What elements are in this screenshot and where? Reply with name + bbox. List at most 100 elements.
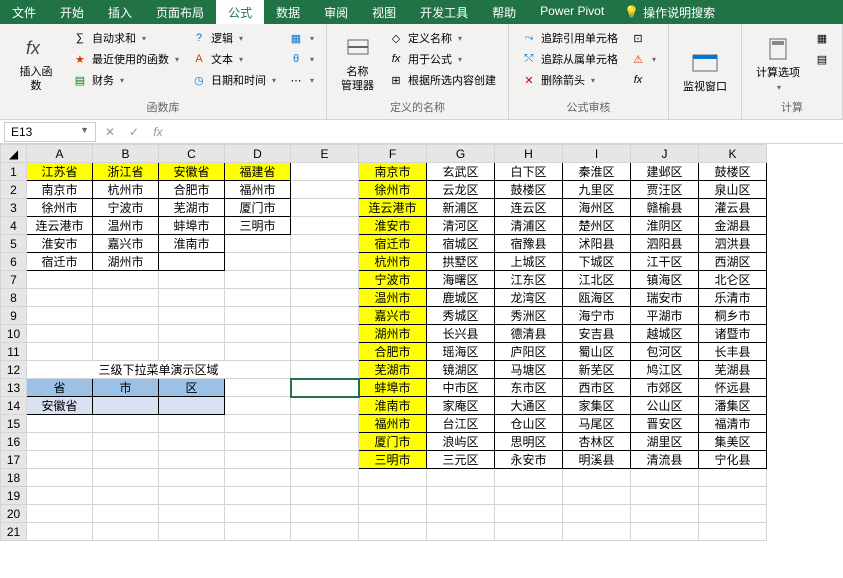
cell-K20[interactable]: [699, 505, 767, 523]
row-header-13[interactable]: 13: [1, 379, 27, 397]
cell-K7[interactable]: 北仑区: [699, 271, 767, 289]
cell-F6[interactable]: 杭州市: [359, 253, 427, 271]
cell-G14[interactable]: 家庵区: [427, 397, 495, 415]
col-header-K[interactable]: K: [699, 145, 767, 163]
cell-H9[interactable]: 秀洲区: [495, 307, 563, 325]
cell-C18[interactable]: [159, 469, 225, 487]
cell-C13[interactable]: 区: [159, 379, 225, 397]
cell-H20[interactable]: [495, 505, 563, 523]
cell-H14[interactable]: 大通区: [495, 397, 563, 415]
row-header-16[interactable]: 16: [1, 433, 27, 451]
cell-I18[interactable]: [563, 469, 631, 487]
cell-C9[interactable]: [159, 307, 225, 325]
confirm-button[interactable]: ✓: [124, 125, 144, 139]
cell-J3[interactable]: 赣榆县: [631, 199, 699, 217]
cell-G4[interactable]: 清河区: [427, 217, 495, 235]
cell-E10[interactable]: [291, 325, 359, 343]
cell-K9[interactable]: 桐乡市: [699, 307, 767, 325]
cell-G20[interactable]: [427, 505, 495, 523]
cell-F8[interactable]: 温州市: [359, 289, 427, 307]
cell-B13[interactable]: 市: [93, 379, 159, 397]
cell-E17[interactable]: [291, 451, 359, 469]
col-header-A[interactable]: A: [27, 145, 93, 163]
cell-J16[interactable]: 湖里区: [631, 433, 699, 451]
cell-G11[interactable]: 瑶海区: [427, 343, 495, 361]
row-header-17[interactable]: 17: [1, 451, 27, 469]
cell-K18[interactable]: [699, 469, 767, 487]
cell-I4[interactable]: 楚州区: [563, 217, 631, 235]
menu-Power Pivot[interactable]: Power Pivot: [528, 0, 616, 24]
lookup-button[interactable]: ▦: [284, 28, 318, 48]
menu-文件[interactable]: 文件: [0, 0, 48, 24]
menu-视图[interactable]: 视图: [360, 0, 408, 24]
cell-H5[interactable]: 宿豫县: [495, 235, 563, 253]
cell-D3[interactable]: 厦门市: [225, 199, 291, 217]
cell-I9[interactable]: 海宁市: [563, 307, 631, 325]
cell-A19[interactable]: [27, 487, 93, 505]
row-header-6[interactable]: 6: [1, 253, 27, 271]
cell-K3[interactable]: 灌云县: [699, 199, 767, 217]
cell-D13[interactable]: [225, 379, 291, 397]
cell-D2[interactable]: 福州市: [225, 181, 291, 199]
cell-K21[interactable]: [699, 523, 767, 541]
cell-I13[interactable]: 西市区: [563, 379, 631, 397]
cell-J11[interactable]: 包河区: [631, 343, 699, 361]
cell-G15[interactable]: 台江区: [427, 415, 495, 433]
cell-I15[interactable]: 马尾区: [563, 415, 631, 433]
cell-B15[interactable]: [93, 415, 159, 433]
cell-B20[interactable]: [93, 505, 159, 523]
cell-C20[interactable]: [159, 505, 225, 523]
cell-D15[interactable]: [225, 415, 291, 433]
menu-帮助[interactable]: 帮助: [480, 0, 528, 24]
cell-J6[interactable]: 江干区: [631, 253, 699, 271]
cell-I16[interactable]: 杏林区: [563, 433, 631, 451]
cell-J7[interactable]: 镇海区: [631, 271, 699, 289]
cell-B1[interactable]: 浙江省: [93, 163, 159, 181]
cell-I2[interactable]: 九里区: [563, 181, 631, 199]
cell-C1[interactable]: 安徽省: [159, 163, 225, 181]
cell-D14[interactable]: [225, 397, 291, 415]
cell-D11[interactable]: [225, 343, 291, 361]
cell-I6[interactable]: 下城区: [563, 253, 631, 271]
cell-B18[interactable]: [93, 469, 159, 487]
use-in-formula-button[interactable]: fx用于公式: [384, 49, 500, 69]
cell-H16[interactable]: 思明区: [495, 433, 563, 451]
text-button[interactable]: A文本: [187, 49, 280, 69]
cell-D5[interactable]: [225, 235, 291, 253]
cell-G13[interactable]: 中市区: [427, 379, 495, 397]
cell-H12[interactable]: 马塘区: [495, 361, 563, 379]
row-header-2[interactable]: 2: [1, 181, 27, 199]
cell-H3[interactable]: 连云区: [495, 199, 563, 217]
cell-K10[interactable]: 诸暨市: [699, 325, 767, 343]
col-header-D[interactable]: D: [225, 145, 291, 163]
cell-A14[interactable]: 安徽省: [27, 397, 93, 415]
cell-C15[interactable]: [159, 415, 225, 433]
cell-G7[interactable]: 海曙区: [427, 271, 495, 289]
cell-E12[interactable]: [291, 361, 359, 379]
cell-A17[interactable]: [27, 451, 93, 469]
cell-A18[interactable]: [27, 469, 93, 487]
select-all-corner[interactable]: ◢: [1, 145, 27, 163]
cell-B3[interactable]: 宁波市: [93, 199, 159, 217]
col-header-B[interactable]: B: [93, 145, 159, 163]
error-check-button[interactable]: ⚠: [626, 49, 660, 69]
evaluate-button[interactable]: fx: [626, 70, 660, 90]
cell-G1[interactable]: 玄武区: [427, 163, 495, 181]
cell-G17[interactable]: 三元区: [427, 451, 495, 469]
cell-G5[interactable]: 宿城区: [427, 235, 495, 253]
cell-I14[interactable]: 家集区: [563, 397, 631, 415]
cell-J21[interactable]: [631, 523, 699, 541]
cell-D17[interactable]: [225, 451, 291, 469]
row-header-3[interactable]: 3: [1, 199, 27, 217]
cell-J18[interactable]: [631, 469, 699, 487]
cell-G18[interactable]: [427, 469, 495, 487]
cell-A11[interactable]: [27, 343, 93, 361]
cell-C10[interactable]: [159, 325, 225, 343]
create-from-selection-button[interactable]: ⊞根据所选内容创建: [384, 70, 500, 90]
cell-E6[interactable]: [291, 253, 359, 271]
cell-E4[interactable]: [291, 217, 359, 235]
cell-C4[interactable]: 蚌埠市: [159, 217, 225, 235]
cell-C3[interactable]: 芜湖市: [159, 199, 225, 217]
cell-E2[interactable]: [291, 181, 359, 199]
cell-E13[interactable]: [291, 379, 359, 397]
